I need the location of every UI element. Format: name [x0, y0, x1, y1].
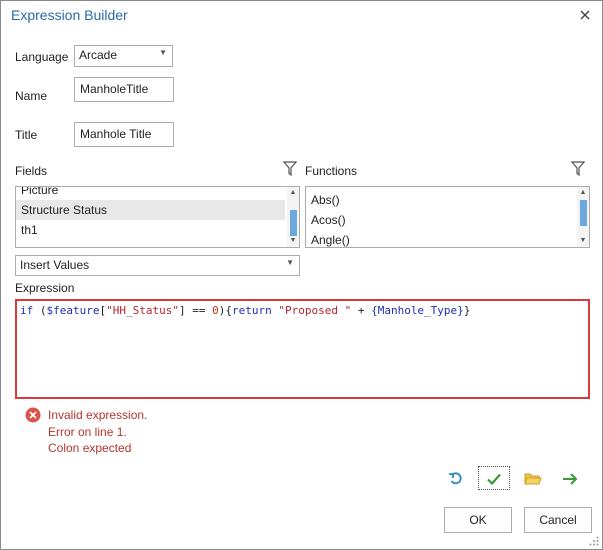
language-label: Language: [15, 50, 69, 64]
functions-label: Functions: [305, 164, 358, 178]
functions-scrollbar[interactable]: ▲ ▼: [577, 187, 589, 247]
list-item[interactable]: Picture: [16, 187, 299, 200]
name-label: Name: [15, 89, 48, 103]
filter-icon[interactable]: [283, 161, 297, 177]
name-value: ManholeTitle: [80, 82, 149, 96]
checkmark-icon: [487, 473, 501, 486]
error-line: Error on line 1.: [48, 425, 127, 439]
open-button[interactable]: [517, 467, 547, 491]
list-item[interactable]: Angle(): [306, 230, 589, 247]
scroll-down-icon[interactable]: ▼: [577, 235, 589, 247]
list-item[interactable]: th1: [16, 220, 299, 240]
code-token: ==: [185, 304, 213, 317]
title-label: Title: [15, 128, 38, 142]
string-token: "HH_Status": [106, 304, 179, 317]
error-message: Invalid expression.: [48, 408, 148, 422]
scroll-up-icon[interactable]: ▲: [577, 187, 589, 199]
keyword-token: $feature: [46, 304, 100, 317]
functions-items: Abs() Acos() Angle(): [306, 190, 589, 247]
list-item[interactable]: Abs(): [306, 190, 589, 210]
scroll-thumb[interactable]: [580, 200, 587, 226]
fields-scrollbar[interactable]: ▲ ▼: [287, 187, 299, 247]
expression-code: if ($feature["HH_Status"] == 0){return "…: [20, 304, 470, 317]
code-token: (: [33, 304, 47, 317]
title-value: Manhole Title: [80, 127, 152, 141]
language-value: Arcade: [79, 48, 118, 62]
close-icon[interactable]: [576, 6, 594, 24]
code-token: }: [463, 304, 471, 317]
list-item[interactable]: Acos(): [306, 210, 589, 230]
functions-list[interactable]: Abs() Acos() Angle() ▲ ▼: [305, 186, 590, 248]
scroll-thumb[interactable]: [290, 210, 297, 236]
code-token: +: [351, 304, 372, 317]
code-token: {: [225, 304, 232, 317]
folder-open-icon: [524, 473, 542, 485]
arrow-right-icon: [563, 473, 578, 485]
title-bar[interactable]: Expression Builder: [1, 1, 602, 31]
scroll-up-icon[interactable]: ▲: [287, 187, 299, 199]
fields-items: Picture Structure Status th1: [16, 187, 299, 240]
ok-button[interactable]: OK: [444, 507, 512, 533]
number-token: 0: [212, 304, 219, 317]
string-token: "Proposed ": [278, 304, 352, 317]
expression-editor[interactable]: if ($feature["HH_Status"] == 0){return "…: [15, 299, 590, 399]
title-field[interactable]: Manhole Title: [74, 122, 174, 147]
expression-label: Expression: [15, 281, 75, 295]
filter-icon[interactable]: [571, 161, 585, 177]
verify-button[interactable]: [478, 466, 510, 490]
cancel-button[interactable]: Cancel: [524, 507, 592, 533]
dialog-title: Expression Builder: [11, 7, 128, 23]
keyword-token: if: [20, 304, 34, 317]
chevron-down-icon: ▼: [286, 258, 294, 267]
field-token: {Manhole_Type}: [371, 304, 464, 317]
expression-builder-dialog: Expression Builder Language Arcade ▼ Nam…: [0, 0, 603, 550]
insert-values-label: Insert Values: [20, 258, 90, 272]
resize-grip-icon[interactable]: [589, 536, 599, 546]
fields-list[interactable]: Picture Structure Status th1 ▲ ▼: [15, 186, 300, 248]
keyword-token: return: [231, 304, 272, 317]
chevron-down-icon: ▼: [159, 48, 167, 57]
list-item-selected[interactable]: Structure Status: [16, 200, 285, 220]
name-field[interactable]: ManholeTitle: [74, 77, 174, 102]
insert-values-select[interactable]: Insert Values ▼: [15, 255, 300, 276]
language-select[interactable]: Arcade ▼: [74, 45, 173, 67]
run-button[interactable]: [555, 467, 585, 491]
fields-label: Fields: [15, 164, 48, 178]
undo-icon: [449, 472, 462, 485]
error-detail: Colon expected: [48, 441, 132, 455]
code-token: ]: [178, 304, 186, 317]
undo-button[interactable]: [441, 467, 471, 491]
error-icon: [25, 407, 41, 423]
scroll-down-icon[interactable]: ▼: [287, 235, 299, 247]
